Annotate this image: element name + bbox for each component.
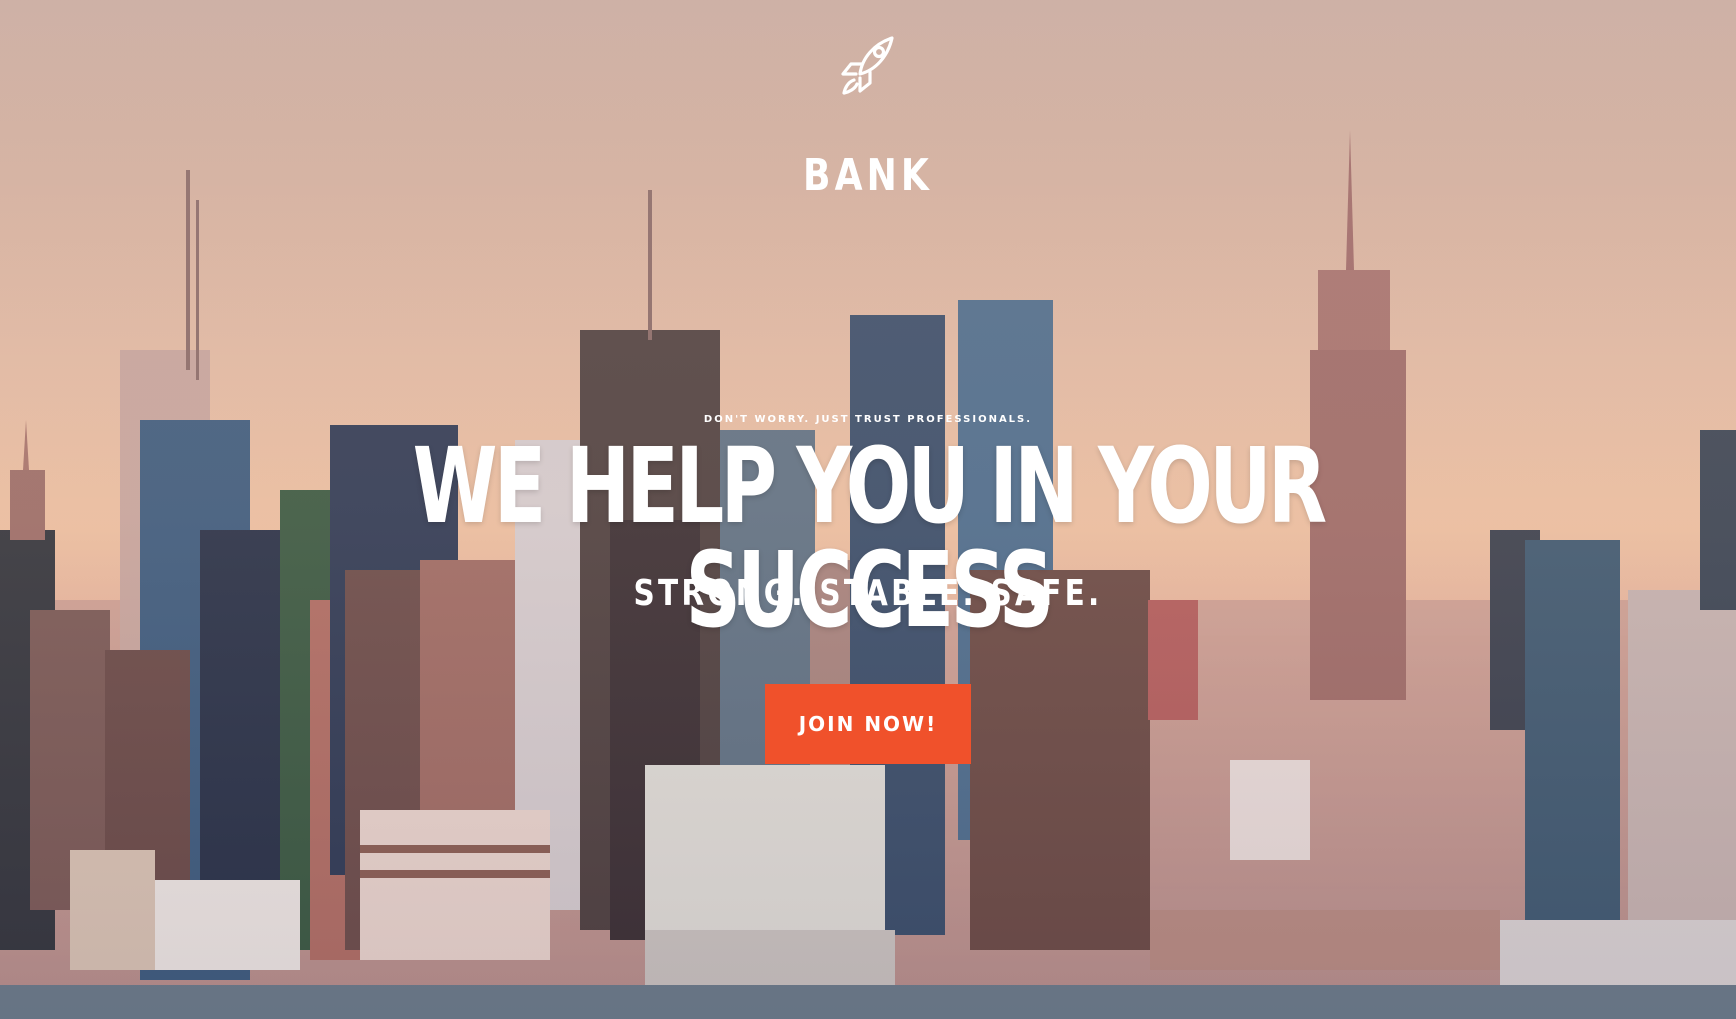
join-now-button[interactable]: JOIN NOW! [765,684,971,764]
brand-name: BANK [803,150,933,201]
hero-tagline: DON'T WORRY. JUST TRUST PROFESSIONALS. [703,414,1033,425]
hero-section: BANK DON'T WORRY. JUST TRUST PROFESSIONA… [0,0,1736,1019]
hero-subheadline: STRONG. STABLE. SAFE. [633,573,1103,614]
brand-logo[interactable]: BANK [0,30,1736,201]
rocket-icon [841,36,894,95]
